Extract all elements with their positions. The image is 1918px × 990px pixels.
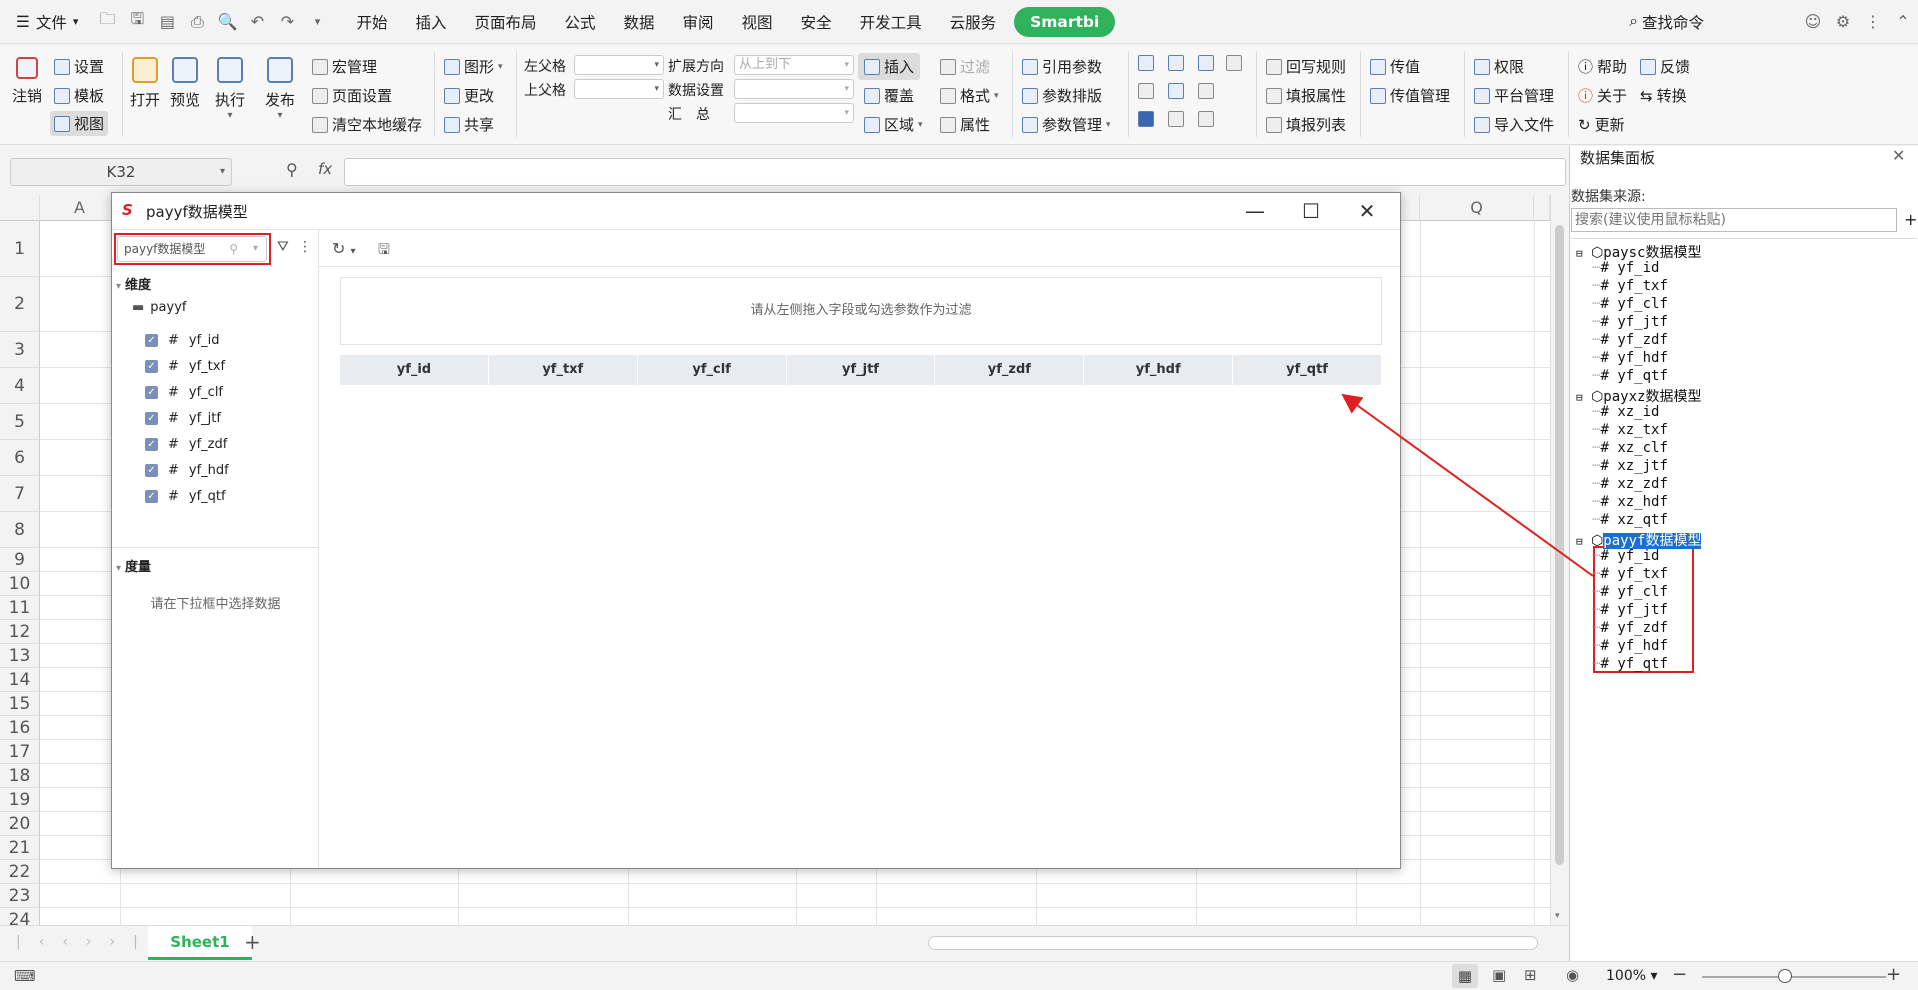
- annotation-arrow: [1341, 393, 1594, 577]
